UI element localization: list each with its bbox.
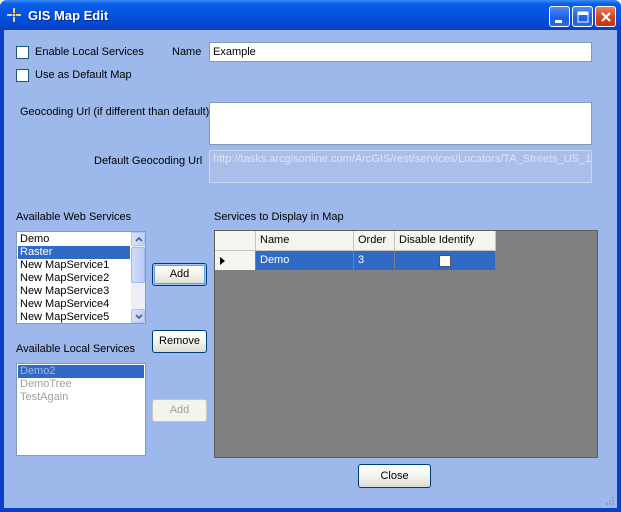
list-item[interactable]: New MapService1 <box>18 259 130 272</box>
list-item[interactable]: New MapService2 <box>18 272 130 285</box>
enable-local-services-checkbox[interactable] <box>16 46 29 59</box>
current-row-arrow-icon <box>220 257 225 265</box>
close-window-button[interactable] <box>595 6 616 27</box>
enable-local-services-label: Enable Local Services <box>35 46 144 58</box>
list-item[interactable]: TestAgain <box>18 391 144 404</box>
cell-order[interactable]: 3 <box>354 251 395 271</box>
gis-map-edit-window: GIS Map Edit Enable Local Services Use a… <box>0 0 621 512</box>
services-to-display-label: Services to Display in Map <box>214 211 344 223</box>
scroll-up-button[interactable] <box>131 232 145 246</box>
list-item[interactable]: DemoTree <box>18 378 144 391</box>
maximize-button[interactable] <box>572 6 593 27</box>
list-item[interactable]: Raster <box>18 246 130 259</box>
chevron-down-icon <box>135 314 143 320</box>
chevron-up-icon <box>135 236 143 242</box>
geocoding-url-input[interactable] <box>209 102 592 145</box>
local-services-list[interactable]: Demo2 DemoTree TestAgain <box>16 363 146 456</box>
minimize-icon <box>555 20 562 23</box>
default-geocoding-url-field: http://tasks.arcgisonline.com/ArcGIS/res… <box>209 150 592 183</box>
cell-disable-identify[interactable] <box>395 251 496 271</box>
name-input[interactable]: Example <box>209 42 592 62</box>
geocoding-url-label: Geocoding Url (if different than default… <box>20 106 210 118</box>
available-local-services-label: Available Local Services <box>16 343 136 355</box>
name-label: Name <box>172 46 202 58</box>
grid-row[interactable]: Demo 3 <box>215 251 496 271</box>
add-local-service-button[interactable]: Add <box>152 399 207 422</box>
close-button[interactable]: Close <box>358 464 431 488</box>
disable-identify-checkbox[interactable] <box>439 255 451 267</box>
close-icon <box>601 12 611 22</box>
scroll-thumb[interactable] <box>131 247 145 283</box>
web-services-list[interactable]: Demo Raster New MapService1 New MapService2… <box>16 231 146 324</box>
minimize-button[interactable] <box>549 6 570 27</box>
remove-service-button[interactable]: Remove <box>152 330 207 353</box>
available-web-services-label: Available Web Services <box>16 211 132 223</box>
add-web-service-button[interactable]: Add <box>152 263 207 286</box>
window-title: GIS Map Edit <box>28 8 109 23</box>
column-header-name[interactable]: Name <box>256 231 354 251</box>
scroll-down-button[interactable] <box>131 309 145 323</box>
grid-corner-cell <box>215 231 256 251</box>
grid-header-row: Name Order Disable Identify <box>215 231 496 251</box>
web-services-scrollbar[interactable] <box>131 232 145 323</box>
use-as-default-map-checkbox[interactable] <box>16 69 29 82</box>
list-item[interactable]: New MapService4 <box>18 298 130 311</box>
default-geocoding-url-label: Default Geocoding Url <box>94 155 203 167</box>
list-item[interactable]: Demo2 <box>18 365 144 378</box>
list-item[interactable]: Demo <box>18 233 130 246</box>
list-item[interactable]: New MapService3 <box>18 285 130 298</box>
list-item[interactable]: New MapService5 <box>18 311 130 323</box>
column-header-disable-identify[interactable]: Disable Identify <box>395 231 496 251</box>
dialog-body: Enable Local Services Use as Default Map… <box>4 30 617 508</box>
row-header-cell[interactable] <box>215 251 256 271</box>
title-bar[interactable]: GIS Map Edit <box>0 0 621 30</box>
use-as-default-map-label: Use as Default Map <box>35 69 132 81</box>
cell-name[interactable]: Demo <box>256 251 354 271</box>
window-frame-bottom <box>0 508 621 512</box>
services-grid[interactable]: Name Order Disable Identify Demo 3 <box>214 230 598 458</box>
maximize-icon <box>577 11 589 23</box>
gis-crosshair-icon <box>7 8 21 22</box>
column-header-order[interactable]: Order <box>354 231 395 251</box>
resize-grip-icon[interactable] <box>605 496 615 506</box>
